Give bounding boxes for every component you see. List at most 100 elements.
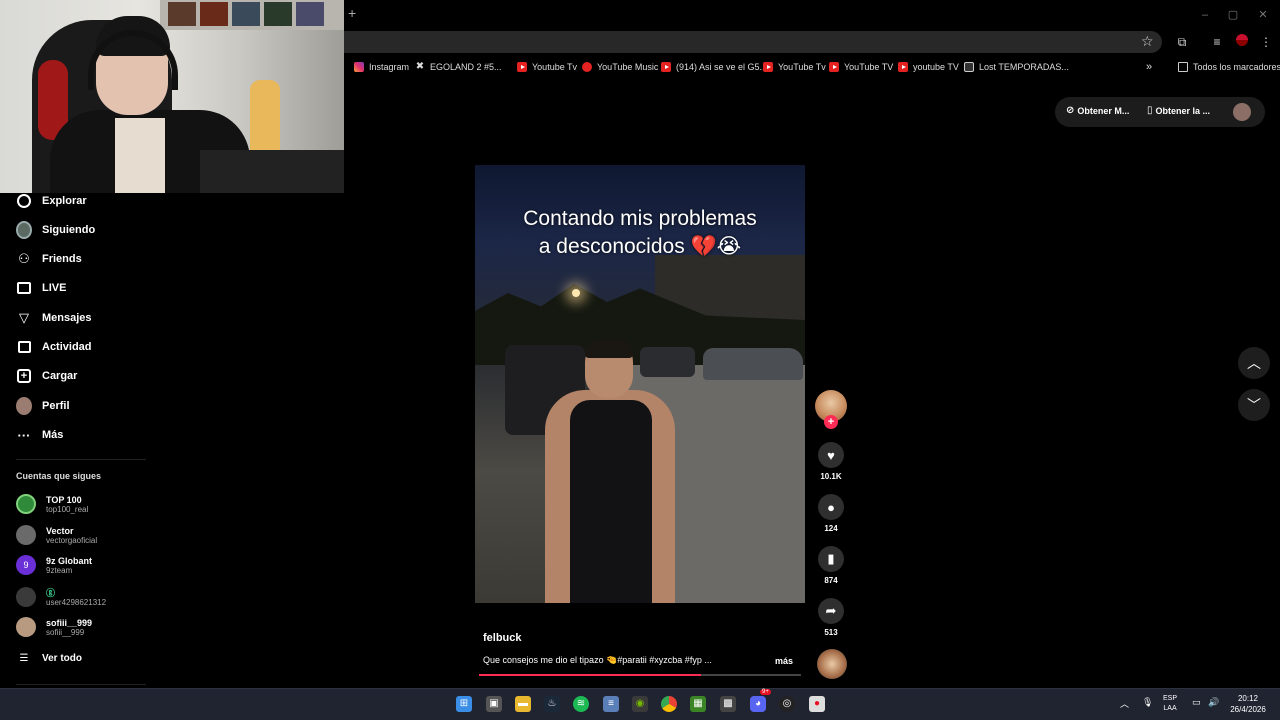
save-button[interactable]: ▮ 874 [818,546,844,585]
youtube-music-icon [582,62,592,72]
bookmark-instagram[interactable]: Instagram [354,59,409,75]
avatar: 9 [16,555,36,575]
video-progress-bar[interactable] [479,674,801,676]
live-icon [16,280,32,296]
video-caption: Contando mis problemas a desconocidos 💔😭 [523,207,757,258]
sound-disc-icon[interactable] [817,649,847,679]
see-all-following[interactable]: ☰ Ver todo [16,648,83,668]
following-item-sofiii[interactable]: sofiii__999 sofiii__999 [16,615,92,639]
windows-start-icon[interactable]: ⊞ [456,696,472,712]
webcam-poster [232,2,260,26]
all-bookmarks-folder[interactable]: Todos los marcadores [1178,59,1280,75]
bookmark-youtube-music[interactable]: YouTube Music [582,59,658,75]
follow-plus-icon[interactable]: + [824,415,838,429]
like-button[interactable]: ♥ 10.1K [818,442,844,481]
nav-mas[interactable]: ··· Más [16,425,64,445]
address-bar[interactable] [344,31,1162,53]
system-clock[interactable]: 20:12 26/4/2026 [1222,693,1274,715]
bookmark-youtube-tv-2[interactable]: YouTube Tv [763,59,826,75]
chevron-up-icon: ︿ [1247,355,1261,371]
app-icon[interactable]: ● [809,696,825,712]
nav-friends[interactable]: ⚇ Friends [16,249,82,269]
bookmarks-bar: Instagram ✖ EGOLAND 2 #5... Youtube Tv Yo… [344,57,1280,77]
bookmark-icon: ▮ [818,546,844,572]
nav-live[interactable]: LIVE [16,278,66,298]
webcam-overlay [0,0,344,193]
tray-overflow-icon[interactable]: ︿ [1120,697,1129,710]
profile-flag-icon[interactable] [1234,34,1250,50]
get-app-button[interactable]: ▯ Obtener la ... [1147,105,1210,116]
file-explorer-icon[interactable]: ▬ [515,696,531,712]
video-person [545,340,675,603]
following-item-user[interactable]: ⓖ user4298621312 [16,585,106,609]
language-indicator[interactable]: ESP LAA [1163,694,1177,714]
extensions-icon[interactable]: ⧉ [1174,34,1190,50]
nav-mensajes[interactable]: ▽ Mensajes [16,308,92,328]
video-author[interactable]: felbuck [483,632,522,644]
following-item-9z[interactable]: 9 9z Globant 9zteam [16,553,92,577]
nav-explorar[interactable]: Explorar [16,191,87,211]
bookmark-youtube-tv-4[interactable]: youtube TV [898,59,959,75]
tab-strip [344,0,1280,30]
swords-icon: ✖ [415,61,425,72]
steam-icon[interactable]: ♨ [544,696,560,712]
following-item-vector[interactable]: Vector vectorgaoficial [16,523,97,547]
nvidia-icon[interactable]: ◉ [632,696,648,712]
volume-icon[interactable]: 🔊 [1208,697,1219,708]
video-player[interactable]: Contando mis problemas a desconocidos 💔😭 [475,165,805,603]
next-video-button[interactable]: ﹀ [1238,389,1270,421]
get-coins-button[interactable]: ⊘ Obtener M... [1066,105,1129,116]
discord-icon[interactable]: ◕ [750,696,766,712]
user-avatar[interactable] [1233,103,1251,121]
close-icon[interactable]: ✕ [1256,8,1270,22]
activity-icon [16,339,32,355]
previous-video-button[interactable]: ︿ [1238,347,1270,379]
phone-icon: ▯ [1147,105,1153,116]
bookmark-star-icon[interactable]: ☆ [1141,34,1155,48]
maximize-icon[interactable]: ▢ [1226,8,1240,22]
microphone-icon[interactable]: 🎙 [1142,697,1153,708]
comment-button[interactable]: ● 124 [818,494,844,533]
youtube-icon [898,62,908,72]
task-view-icon[interactable]: ▣ [486,696,502,712]
bookmark-youtube-tv-1[interactable]: Youtube Tv [517,59,577,75]
profile-avatar-icon [16,397,32,415]
video-car [703,348,803,380]
bookmark-lost[interactable]: Lost TEMPORADAS... [964,59,1069,75]
nav-perfil[interactable]: Perfil [16,396,70,416]
more-button[interactable]: más [775,656,793,666]
webcam-poster [264,2,292,26]
webcam-poster [200,2,228,26]
spotify-icon[interactable]: ≋ [573,696,589,712]
chrome-icon[interactable] [661,696,677,712]
folder-icon [1178,62,1188,72]
youtube-icon [829,62,839,72]
minimize-icon[interactable]: – [1198,8,1212,22]
following-section-title: Cuentas que sigues [16,471,102,481]
minecraft-icon[interactable]: ▦ [690,696,706,712]
new-tab-icon[interactable]: + [348,6,362,20]
friends-icon: ⚇ [18,251,30,266]
bookmark-egoland[interactable]: ✖ EGOLAND 2 #5... [415,59,502,75]
share-button[interactable]: ➦ 513 [818,598,844,637]
send-icon: ▽ [19,310,29,325]
bookmark-youtube-video[interactable]: (914) Asi se ve el G5... [661,59,767,75]
menu-dots-icon[interactable]: ⋮ [1258,34,1274,50]
nav-actividad[interactable]: Actividad [16,337,92,357]
nav-cargar[interactable]: + Cargar [16,366,77,386]
app-icon[interactable]: ▩ [720,696,736,712]
tv-icon [964,62,974,72]
instagram-icon [354,62,364,72]
chevron-down-icon: ﹀ [1247,397,1261,413]
nav-siguiendo[interactable]: Siguiendo [16,220,95,240]
video-person-tanktop [570,400,652,603]
obs-icon[interactable]: ◎ [779,696,795,712]
media-control-icon[interactable]: ≡ [1209,34,1225,50]
notepad-icon[interactable]: ≡ [603,696,619,712]
bookmark-youtube-tv-3[interactable]: YouTube TV [829,59,893,75]
display-icon[interactable]: ▭ [1192,697,1201,708]
bookmarks-overflow-icon[interactable]: » [1146,59,1152,75]
upload-icon: + [16,368,32,384]
following-item-top100[interactable]: TOP 100 top100_real [16,492,88,516]
youtube-icon [763,62,773,72]
